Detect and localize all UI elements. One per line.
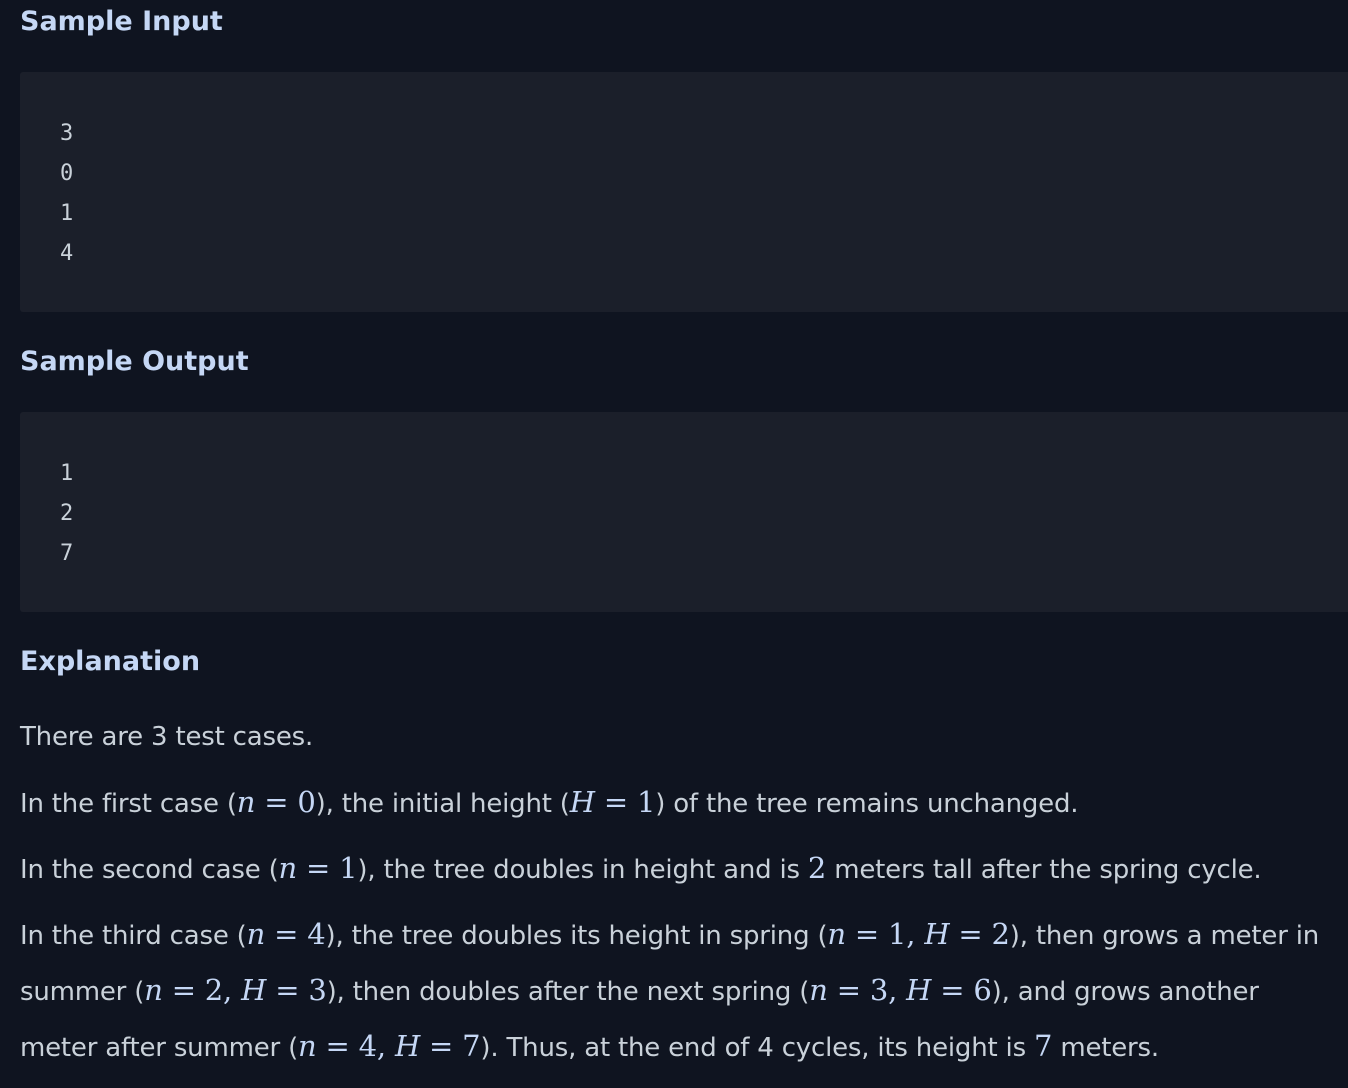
math-var: n [827, 917, 846, 951]
text: ), the tree doubles its height in spring… [325, 921, 828, 951]
math-expr: = 4 [265, 917, 326, 951]
explanation-paragraph: There are 3 test cases. [20, 722, 314, 752]
code-line: 0 [60, 161, 74, 186]
math-var: n [809, 973, 828, 1007]
text: In the second case ( [20, 855, 279, 885]
math-var: H [906, 973, 932, 1007]
code-line: 3 [60, 121, 74, 146]
explanation-heading: Explanation [20, 646, 201, 677]
math-var: H [569, 785, 595, 819]
math-expr: = 2, [162, 973, 242, 1007]
math-expr: = 2 [949, 917, 1010, 951]
sample-output-heading: Sample Output [20, 346, 249, 377]
math-expr: = 3 [266, 973, 327, 1007]
math-var: n [278, 851, 298, 885]
code-line: 1 [60, 461, 74, 486]
text: ). Thus, at the end of 4 cycles, its hei… [480, 1033, 1034, 1063]
text: ) of the tree remains unchanged. [655, 789, 1079, 819]
text: meters tall after the spring cycle. [826, 855, 1262, 885]
math-var: H [241, 973, 267, 1007]
math-expr: = 0 [255, 785, 316, 819]
math-expr: = 7 [420, 1029, 481, 1063]
text: summer ( [20, 977, 145, 1007]
math-expr: = 3, [827, 973, 907, 1007]
text: meter after summer ( [20, 1033, 299, 1063]
math-expr: = 4, [316, 1029, 395, 1063]
math-var: n [246, 917, 266, 951]
code-line: 7 [60, 541, 74, 566]
math-var: n [236, 785, 256, 819]
text: ), then grows a meter in [1009, 921, 1320, 951]
math-var: n [144, 973, 163, 1007]
math-expr: = 6 [931, 973, 992, 1007]
sample-output-code-block: 1 2 7 [20, 412, 1348, 612]
text: ), then doubles after the next spring ( [326, 977, 810, 1007]
explanation-paragraph: In the third case (n = 4), the tree doub… [20, 917, 1340, 951]
sample-input-code-block: 3 0 1 4 [20, 72, 1348, 312]
math-expr: 7 [1033, 1029, 1053, 1063]
explanation-paragraph: meter after summer (n = 4, H = 7). Thus,… [20, 1029, 1340, 1063]
text: In the third case ( [20, 921, 247, 951]
math-expr: = 1, [845, 917, 925, 951]
text: ), and grows another [991, 977, 1259, 1007]
code-line: 1 [60, 201, 74, 226]
explanation-paragraph: In the second case (n = 1), the tree dou… [20, 851, 1340, 885]
text: ), the initial height ( [315, 789, 570, 819]
explanation-paragraph: In the first case (n = 0), the initial h… [20, 785, 1340, 819]
text: ), the tree doubles in height and is [357, 855, 808, 885]
math-expr: = 1 [297, 851, 358, 885]
code-line: 4 [60, 241, 74, 266]
sample-input-heading: Sample Input [20, 6, 223, 37]
math-expr: 2 [807, 851, 827, 885]
text: In the first case ( [20, 789, 237, 819]
code-line: 2 [60, 501, 74, 526]
math-var: n [298, 1029, 317, 1063]
math-var: H [394, 1029, 421, 1063]
math-var: H [924, 917, 950, 951]
math-expr: = 1 [594, 785, 656, 819]
explanation-paragraph: summer (n = 2, H = 3), then doubles afte… [20, 973, 1340, 1007]
text: meters. [1052, 1033, 1159, 1063]
